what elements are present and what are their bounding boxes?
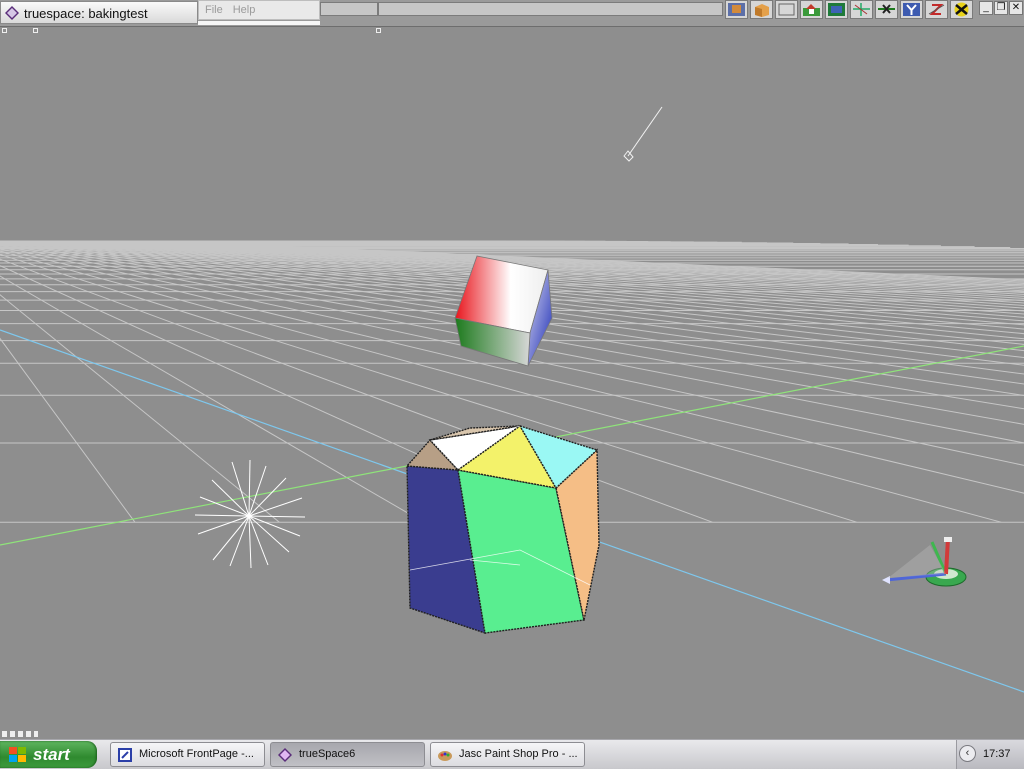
viewport-corner-marker	[2, 731, 38, 737]
object-box-icon[interactable]	[750, 0, 773, 19]
taskbar-item-label: trueSpace6	[299, 743, 355, 766]
chevron-left-icon[interactable]: ‹	[959, 745, 976, 762]
render-icon[interactable]	[725, 0, 748, 19]
top-bar: truespace: bakingtest File Help	[0, 0, 1024, 27]
status-field-left	[320, 2, 378, 16]
rgb-cube[interactable]	[455, 256, 552, 366]
window-title-tab[interactable]: truespace: bakingtest	[0, 1, 198, 24]
menu-file[interactable]: File	[205, 1, 223, 19]
blank-icon[interactable]	[775, 0, 798, 19]
display-icon[interactable]	[825, 0, 848, 19]
scene-icon[interactable]	[800, 0, 823, 19]
menu-divider	[198, 21, 320, 25]
taskbar-item-truespace[interactable]: trueSpace6	[270, 742, 425, 767]
taskbar: start Microsoft FrontPage -... trueSpace…	[0, 739, 1024, 769]
start-button[interactable]: start	[0, 741, 97, 768]
window-title: truespace: bakingtest	[24, 3, 148, 24]
taskbar-item-frontpage[interactable]: Microsoft FrontPage -...	[110, 742, 265, 767]
menu-help[interactable]: Help	[233, 1, 256, 19]
snap-icon[interactable]	[950, 0, 973, 19]
y-axis-icon[interactable]	[900, 0, 923, 19]
taskbar-item-paintshop[interactable]: Jasc Paint Shop Pro - ...	[430, 742, 585, 767]
taskbar-item-label: Jasc Paint Shop Pro - ...	[459, 743, 578, 766]
omni-light[interactable]	[195, 460, 305, 568]
truespace-icon	[4, 5, 20, 21]
windows-logo-icon	[8, 746, 28, 764]
z-axis-icon[interactable]	[925, 0, 948, 19]
status-field-main	[378, 2, 723, 16]
system-tray: ‹ 17:37	[956, 740, 1024, 769]
truespace-icon	[277, 747, 293, 763]
frontpage-icon	[117, 747, 133, 763]
navigation-widget[interactable]	[882, 537, 966, 586]
grid-icon[interactable]	[850, 0, 873, 19]
paintshop-icon	[437, 747, 453, 763]
minimize-button[interactable]: _	[979, 1, 993, 15]
taskbar-item-label: Microsoft FrontPage -...	[139, 743, 254, 766]
clock: 17:37	[983, 740, 1011, 769]
3d-viewport[interactable]	[0, 27, 1024, 739]
x-axis-icon[interactable]	[875, 0, 898, 19]
spot-light[interactable]	[624, 107, 662, 161]
close-button[interactable]: ✕	[1009, 1, 1023, 15]
start-label: start	[33, 741, 70, 768]
menu-bar: File Help	[198, 0, 320, 20]
restore-button[interactable]: ❐	[994, 1, 1008, 15]
faceted-polyhedron[interactable]	[407, 426, 599, 633]
